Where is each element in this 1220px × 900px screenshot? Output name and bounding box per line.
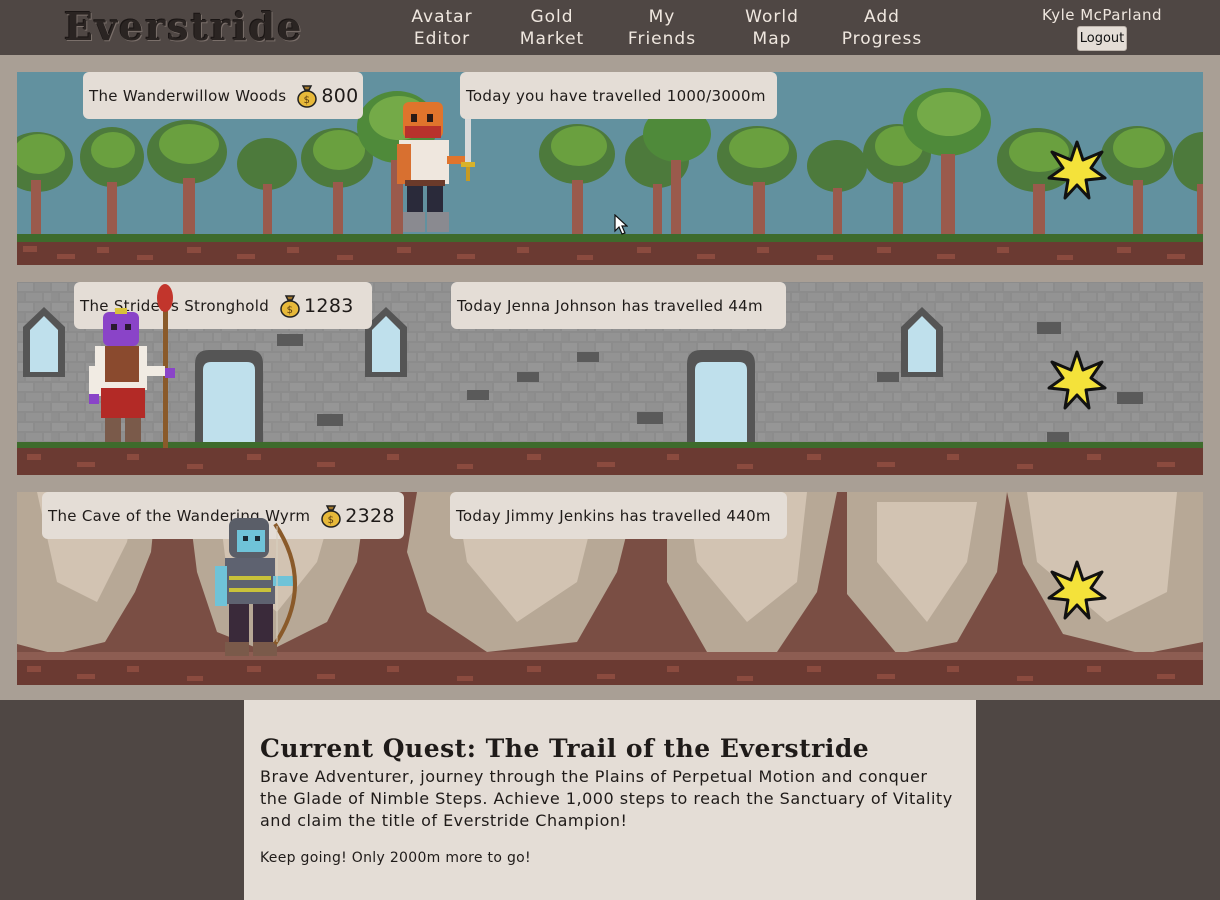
mouse-cursor-icon [614,214,628,235]
travel-status: Today you have travelled 1000/3000m [460,72,777,119]
nav-label-line1: Add [864,7,900,27]
gold-amount: $ 1283 [279,294,354,318]
lane-castle: The Strider's Stronghold $ 1283 Today Je… [17,282,1203,475]
goal-star-icon[interactable] [1047,560,1107,620]
svg-text:$: $ [287,305,294,316]
nav-avatar-editor[interactable]: Avatar Editor [387,6,497,50]
nav-label-line1: Gold [530,7,574,27]
quest-description: Brave Adventurer, journey through the Pl… [260,767,953,830]
location-label: The Wanderwillow Woods $ 800 [83,72,363,119]
journey-lanes: The Wanderwillow Woods $ 800 Today you h… [0,55,1220,700]
nav-label-line2: Progress [841,29,923,49]
quest-title: Current Quest: The Trail of the Everstri… [260,734,870,763]
logout-button[interactable]: Logout [1077,26,1127,51]
nav-label-line1: World [745,7,799,27]
location-name: The Wanderwillow Woods [89,86,287,105]
nav-label-line2: Editor [413,29,471,49]
gold-bag-icon: $ [280,294,300,318]
friend-avatar-mage [89,284,175,448]
friend-avatar-archer [215,518,297,656]
app-logo[interactable]: Everstride [64,4,303,49]
nav-label-line2: Friends [627,29,697,49]
gold-amount: $ 2328 [320,504,395,528]
username: Kyle McParland [1041,6,1163,24]
goal-star-icon[interactable] [1047,140,1107,200]
gold-value: 800 [321,84,359,107]
svg-text:$: $ [328,515,335,526]
nav-label-line1: My [648,7,676,27]
gold-bag-icon: $ [297,84,318,108]
nav-my-friends[interactable]: My Friends [607,6,717,50]
nav-world-map[interactable]: World Map [717,6,827,50]
nav-label-line2: Market [519,29,585,49]
nav-add-progress[interactable]: Add Progress [827,6,937,50]
player-avatar-swordsman [397,100,475,232]
lane-forest: The Wanderwillow Woods $ 800 Today you h… [17,72,1203,265]
gold-value: 1283 [304,294,354,317]
svg-text:$: $ [304,95,311,106]
nav-label-line2: Map [752,29,792,49]
gold-amount: $ 800 [296,84,358,108]
quest-remaining: Keep going! Only 2000m more to go! [260,850,531,866]
gold-bag-icon: $ [321,504,341,528]
top-nav-bar: Everstride Avatar Editor Gold Market My … [0,0,1220,55]
lane-cave: The Cave of the Wandering Wyrm $ 2328 To… [17,492,1203,685]
goal-star-icon[interactable] [1047,350,1107,410]
nav-gold-market[interactable]: Gold Market [497,6,607,50]
travel-status: Today Jenna Johnson has travelled 44m [451,282,786,329]
nav-label-line1: Avatar [411,7,473,27]
gold-value: 2328 [345,504,395,527]
travel-status: Today Jimmy Jenkins has travelled 440m [450,492,787,539]
current-quest-panel: Current Quest: The Trail of the Everstri… [244,700,976,900]
